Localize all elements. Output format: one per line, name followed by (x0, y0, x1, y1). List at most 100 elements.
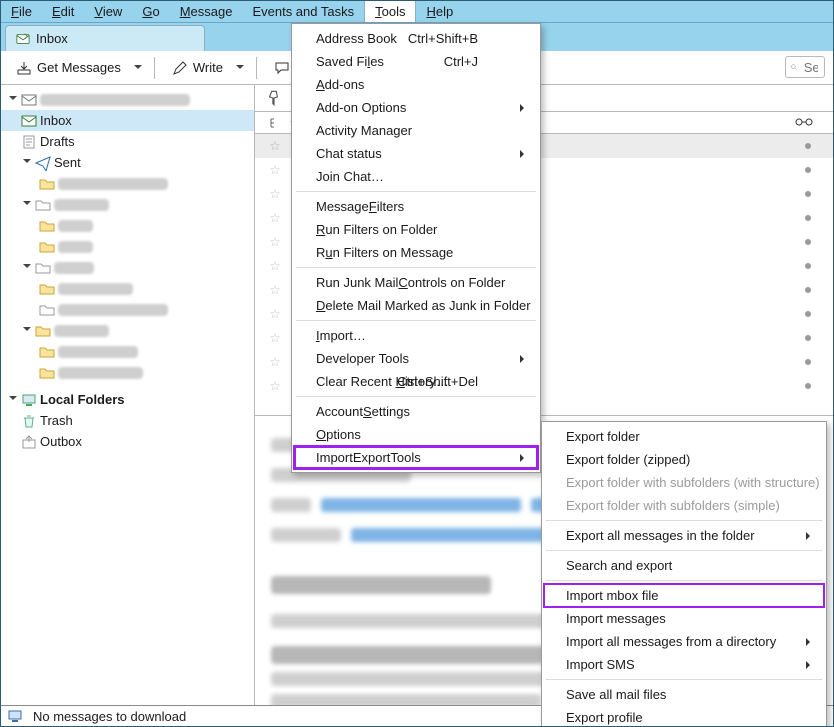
menu-help[interactable]: Help (416, 1, 463, 22)
menu-separator (546, 679, 822, 680)
mi-junk-controls[interactable]: Run Junk Mail Controls on Folder (294, 271, 538, 294)
menu-view[interactable]: View (84, 1, 132, 22)
blurred-text (54, 262, 94, 274)
menu-tools[interactable]: Tools (364, 1, 416, 22)
search-input[interactable] (802, 59, 820, 76)
tree-trash[interactable]: Trash (1, 410, 254, 431)
tree-subfolder[interactable] (1, 215, 254, 236)
mi-options[interactable]: Options (294, 423, 538, 446)
tree-local-folders[interactable]: Local Folders (1, 389, 254, 410)
mi-export-all[interactable]: Export all messages in the folder (544, 524, 824, 547)
inbox-icon (21, 113, 37, 129)
tree-sent[interactable]: Sent (1, 152, 254, 173)
folder-tree: Inbox Drafts Sent (1, 85, 255, 705)
menu-separator (296, 396, 536, 397)
menu-message[interactable]: Message (170, 1, 243, 22)
menu-events[interactable]: Events and Tasks (242, 1, 364, 22)
tree-label: Sent (54, 155, 81, 170)
tab-inbox[interactable]: Inbox (5, 25, 205, 51)
shortcut-text: Ctrl+J (444, 54, 478, 69)
tree-subfolder[interactable] (1, 278, 254, 299)
mi-chat-status[interactable]: Chat status (294, 142, 538, 165)
tree-account[interactable] (1, 89, 254, 110)
thread-icon (269, 117, 281, 129)
tree-inbox[interactable]: Inbox (1, 110, 254, 131)
tree-folder[interactable] (1, 320, 254, 341)
write-button[interactable]: Write (163, 55, 232, 81)
mi-run-message[interactable]: Run Filters on Message (294, 241, 538, 264)
mi-import-messages[interactable]: Import messages (544, 607, 824, 630)
tree-subfolder[interactable] (1, 299, 254, 320)
blurred-text (58, 346, 138, 358)
folder-icon (35, 323, 51, 339)
mi-import-sms[interactable]: Import SMS (544, 653, 824, 676)
star-outline-icon (269, 332, 281, 344)
mi-addon-options[interactable]: Add-on Options (294, 96, 538, 119)
chevron-down-icon (134, 65, 142, 73)
mi-import[interactable]: Import… (294, 324, 538, 347)
mi-import-export-tools[interactable]: ImportExportTools (294, 446, 538, 469)
unread-dot-icon (805, 287, 811, 293)
mi-import-dir[interactable]: Import all messages from a directory (544, 630, 824, 653)
folder-icon (39, 281, 55, 297)
thread-column[interactable] (265, 117, 285, 129)
menu-separator (296, 267, 536, 268)
tree-folder[interactable] (1, 257, 254, 278)
star-outline-icon (269, 188, 281, 200)
write-dropdown[interactable] (232, 56, 248, 80)
menu-edit[interactable]: Edit (42, 1, 84, 22)
mi-addons[interactable]: Add-ons (294, 73, 538, 96)
glasses-column[interactable] (795, 115, 813, 130)
separator (154, 57, 155, 79)
tab-label: Inbox (36, 31, 68, 46)
tree-subfolder[interactable] (1, 362, 254, 383)
mi-save-mail[interactable]: Save all mail files (544, 683, 824, 706)
menu-separator (546, 520, 822, 521)
write-label: Write (193, 60, 223, 75)
unread-dot-icon (805, 335, 811, 341)
tree-subfolder[interactable] (1, 236, 254, 257)
get-messages-button[interactable]: Get Messages (7, 55, 130, 81)
separator (256, 57, 257, 79)
tools-menu: Address Book Ctrl+Shift+B Saved Files Ct… (291, 23, 541, 473)
tree-drafts[interactable]: Drafts (1, 131, 254, 152)
mi-filters[interactable]: Message Filters (294, 195, 538, 218)
mi-saved-files[interactable]: Saved Files Ctrl+J (294, 50, 538, 73)
mi-export-profile[interactable]: Export profile (544, 706, 824, 727)
star-outline-icon (269, 236, 281, 248)
mi-dev-tools[interactable]: Developer Tools (294, 347, 538, 370)
unread-dot-icon (805, 215, 811, 221)
get-messages-dropdown[interactable] (130, 56, 146, 80)
mi-delete-junk[interactable]: Delete Mail Marked as Junk in Folder (294, 294, 538, 317)
twisty-open-icon (23, 264, 31, 272)
mi-export-sub-struct: Export folder with subfolders (with stru… (544, 471, 824, 494)
tree-subfolder[interactable] (1, 341, 254, 362)
mi-activity[interactable]: Activity Manager (294, 119, 538, 142)
mi-join-chat[interactable]: Join Chat… (294, 165, 538, 188)
mi-export-folder[interactable]: Export folder (544, 425, 824, 448)
mail-account-icon (21, 92, 37, 108)
mi-address-book[interactable]: Address Book Ctrl+Shift+B (294, 27, 538, 50)
tree-outbox[interactable]: Outbox (1, 431, 254, 452)
status-text: No messages to download (33, 709, 186, 724)
tree-subfolder[interactable] (1, 173, 254, 194)
chat-icon (274, 60, 290, 76)
mi-export-zip[interactable]: Export folder (zipped) (544, 448, 824, 471)
quickfilter-button[interactable] (265, 89, 283, 107)
mi-run-folder[interactable]: Run Filters on Folder (294, 218, 538, 241)
tree-folder[interactable] (1, 194, 254, 215)
blurred-text (58, 178, 168, 190)
star-outline-icon (269, 164, 281, 176)
mi-import-mbox[interactable]: Import mbox file (544, 584, 824, 607)
blurred-text (54, 325, 109, 337)
mi-search-export[interactable]: Search and export (544, 554, 824, 577)
mi-account-settings[interactable]: Account Settings (294, 400, 538, 423)
menu-go[interactable]: Go (132, 1, 169, 22)
blurred-text (40, 94, 190, 106)
twisty-open-icon (9, 396, 17, 404)
menu-file[interactable]: File (1, 1, 42, 22)
mi-clear-history[interactable]: Clear Recent History… Ctrl+Shift+Del (294, 370, 538, 393)
computer-icon (21, 392, 37, 408)
search-box[interactable] (785, 56, 825, 78)
tree-label: Inbox (40, 113, 72, 128)
